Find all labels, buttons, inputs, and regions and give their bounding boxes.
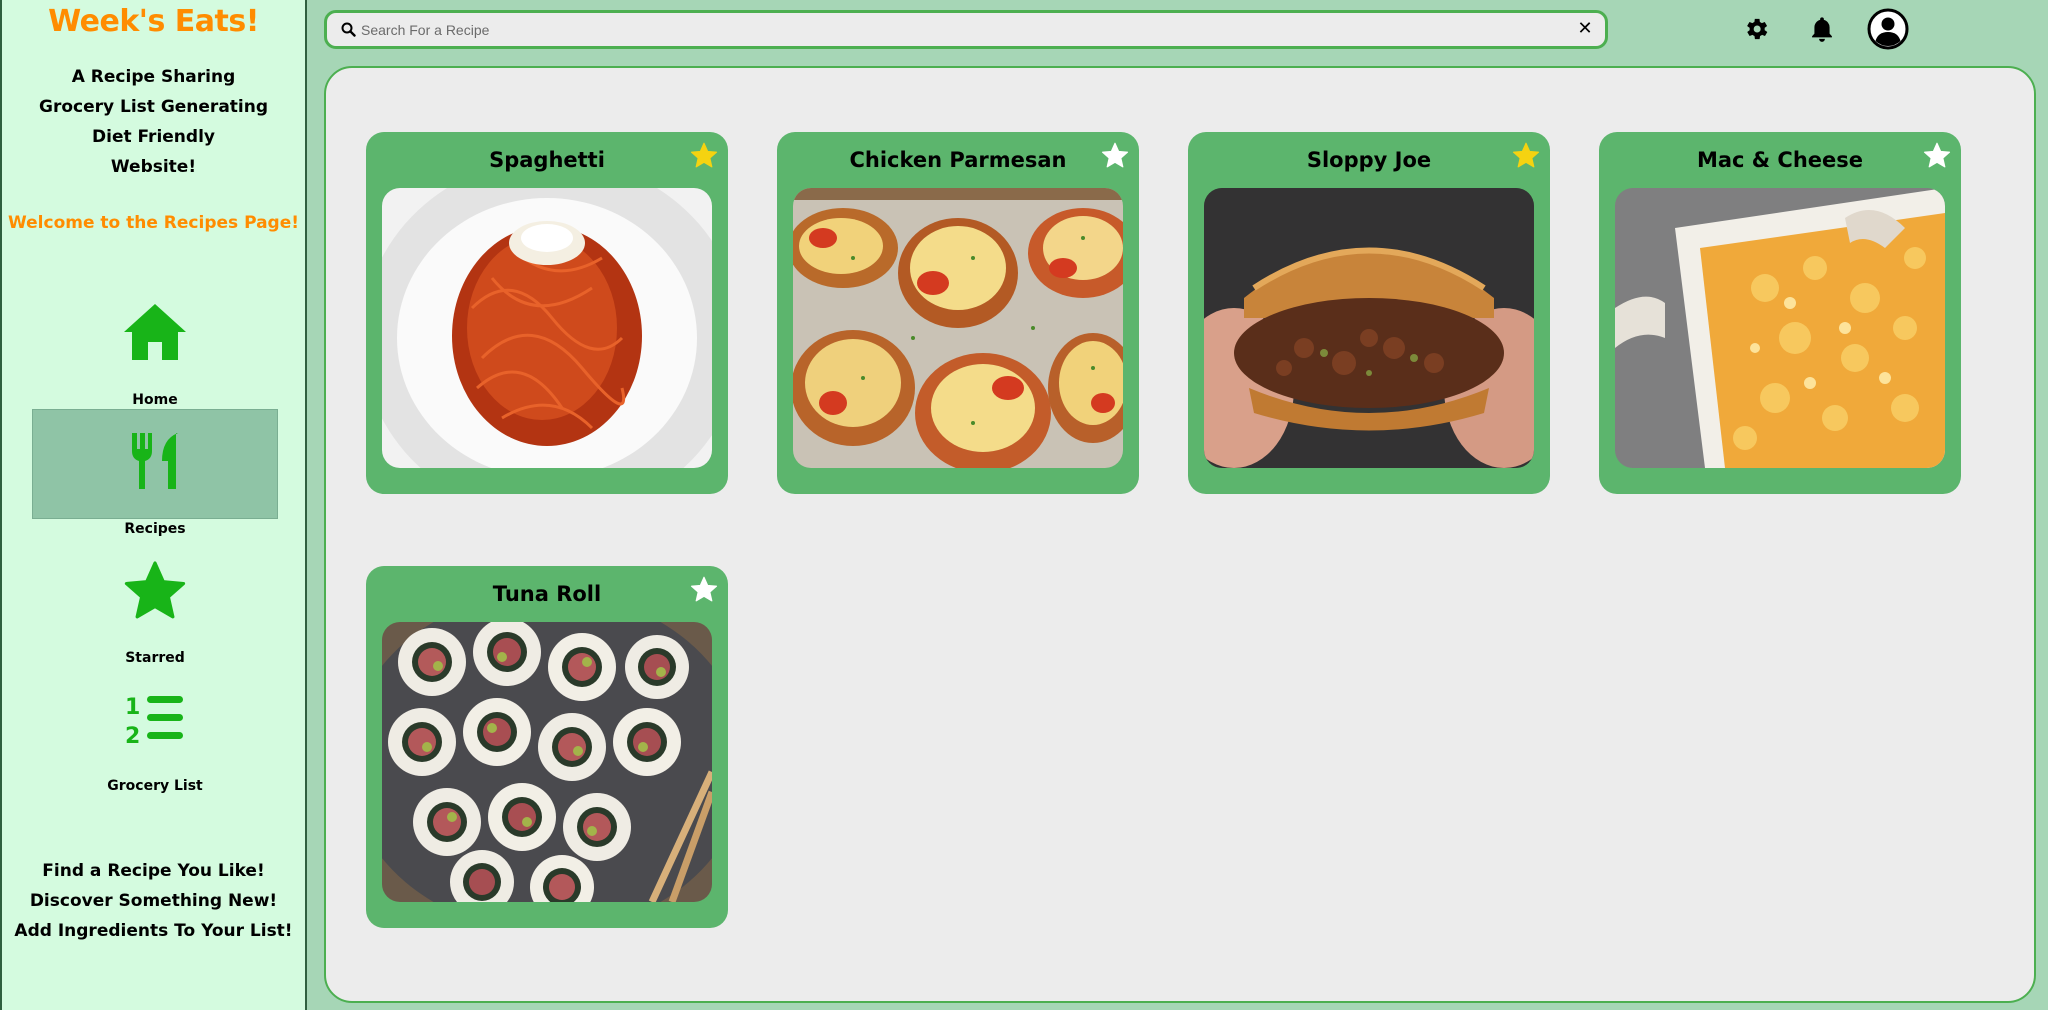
clear-search-button[interactable]: ✕ bbox=[1573, 16, 1597, 42]
footer-line: Add Ingredients To Your List! bbox=[14, 921, 293, 941]
recipe-title: Chicken Parmesan bbox=[849, 147, 1067, 172]
recipe-image[interactable] bbox=[1204, 188, 1534, 468]
tagline-line: Website! bbox=[110, 157, 197, 177]
bell-icon[interactable] bbox=[1808, 15, 1836, 43]
spaghetti-image bbox=[382, 188, 712, 468]
sidebar-footer: Find a Recipe You Like! Discover Somethi… bbox=[2, 856, 305, 946]
recipe-title: Mac & Cheese bbox=[1696, 147, 1864, 172]
star-outline-icon[interactable] bbox=[1101, 142, 1129, 169]
svg-text:2: 2 bbox=[125, 724, 140, 746]
search-bar: ✕ bbox=[324, 10, 1608, 49]
user-circle-icon[interactable] bbox=[1867, 8, 1909, 50]
chicken-parmesan-image bbox=[793, 188, 1123, 468]
recipe-title: Spaghetti bbox=[489, 147, 605, 172]
sidebar-item-label: Grocery List bbox=[107, 778, 203, 794]
recipes-panel: Spaghetti Chicken Parmesan Sloppy Joe Ma… bbox=[324, 66, 2036, 1003]
sidebar-item-label: Recipes bbox=[124, 521, 186, 537]
welcome-message: Welcome to the Recipes Page! bbox=[7, 213, 299, 233]
recipe-image[interactable] bbox=[793, 188, 1123, 468]
list-ordered-icon: 1 2 bbox=[125, 695, 183, 746]
brand-title[interactable]: Week's Eats! bbox=[2, 4, 305, 39]
footer-line: Discover Something New! bbox=[29, 891, 278, 911]
recipe-card-spaghetti[interactable]: Spaghetti bbox=[366, 132, 728, 494]
tagline-line: Grocery List Generating bbox=[38, 97, 269, 117]
recipe-card-mac-and-cheese[interactable]: Mac & Cheese bbox=[1599, 132, 1961, 494]
utensils-icon bbox=[132, 433, 178, 489]
tagline: A Recipe Sharing Grocery List Generating… bbox=[2, 62, 305, 182]
sidebar-item-starred[interactable]: Starred bbox=[32, 550, 278, 666]
svg-text:1: 1 bbox=[125, 695, 140, 720]
gear-icon[interactable] bbox=[1742, 15, 1770, 43]
sidebar: Week's Eats! A Recipe Sharing Grocery Li… bbox=[0, 0, 307, 1010]
recipe-card-tuna-roll[interactable]: Tuna Roll bbox=[366, 566, 728, 928]
recipe-card-chicken-parmesan[interactable]: Chicken Parmesan bbox=[777, 132, 1139, 494]
recipe-image[interactable] bbox=[1615, 188, 1945, 468]
tagline-line: Diet Friendly bbox=[92, 127, 215, 147]
search-icon bbox=[341, 22, 356, 37]
star-icon bbox=[124, 561, 186, 619]
tagline-line: A Recipe Sharing bbox=[71, 67, 236, 87]
home-icon bbox=[124, 304, 186, 360]
star-outline-icon[interactable] bbox=[690, 576, 718, 603]
sidebar-item-label: Starred bbox=[125, 650, 185, 666]
star-filled-icon[interactable] bbox=[1512, 142, 1540, 169]
recipe-image[interactable] bbox=[382, 188, 712, 468]
star-outline-icon[interactable] bbox=[1923, 142, 1951, 169]
recipe-title: Sloppy Joe bbox=[1306, 147, 1432, 172]
sidebar-item-grocery-list[interactable]: 1 2 Grocery List bbox=[32, 678, 278, 794]
sidebar-item-label: Home bbox=[132, 392, 178, 408]
search-input[interactable] bbox=[361, 19, 1541, 41]
recipe-image[interactable] bbox=[382, 622, 712, 902]
sidebar-item-home[interactable]: Home bbox=[32, 290, 278, 408]
footer-line: Find a Recipe You Like! bbox=[42, 861, 265, 881]
recipe-title: Tuna Roll bbox=[492, 581, 602, 606]
mac-and-cheese-image bbox=[1615, 188, 1945, 468]
sidebar-item-recipes[interactable]: Recipes bbox=[32, 409, 278, 537]
tuna-roll-image bbox=[382, 622, 712, 902]
star-filled-icon[interactable] bbox=[690, 142, 718, 169]
sloppy-joe-image bbox=[1204, 188, 1534, 468]
recipe-card-sloppy-joe[interactable]: Sloppy Joe bbox=[1188, 132, 1550, 494]
